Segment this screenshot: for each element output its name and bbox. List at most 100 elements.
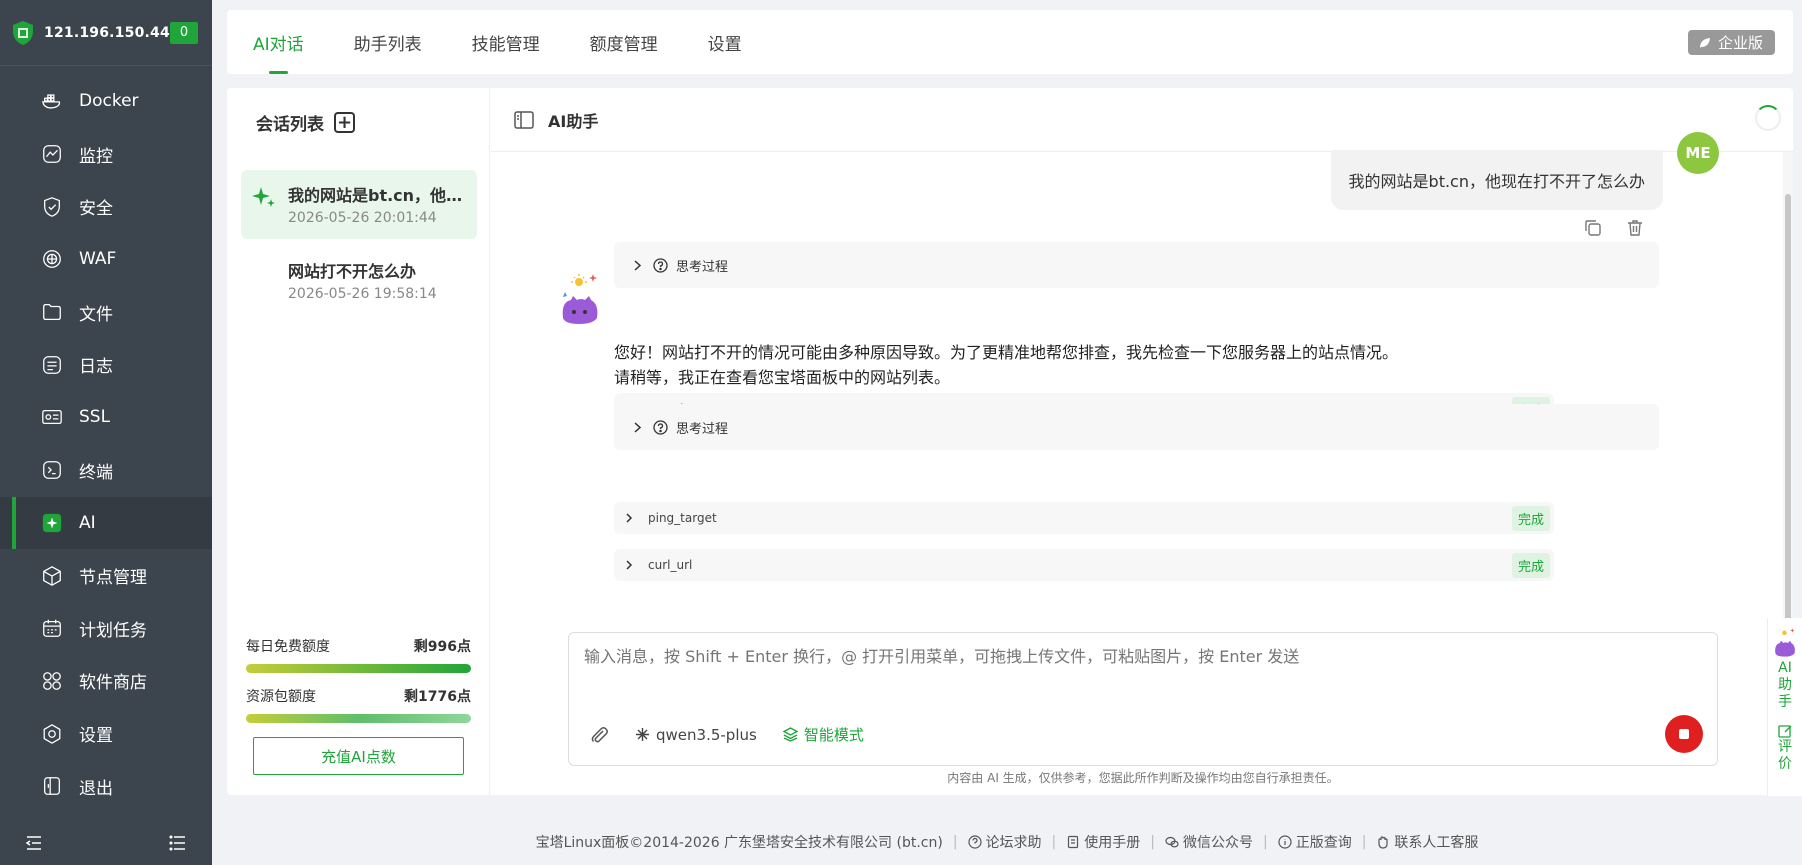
sidebar-item-logs[interactable]: 日志 <box>0 338 212 391</box>
footer-link-label: 联系人工客服 <box>1394 835 1479 851</box>
footer-divider: | <box>1150 834 1155 850</box>
ssl-icon <box>40 405 64 429</box>
sidebar: 121.196.150.44 0 Docker 监控 安全 WAF 文件 日志 … <box>0 0 212 865</box>
recharge-ai-points-button[interactable]: 充值AI点数 <box>253 737 464 775</box>
thinking-process-label: 思考过程 <box>676 259 729 275</box>
footer-link-license[interactable]: 正版查询 <box>1278 832 1352 852</box>
pack-quota-label: 资源包额度 <box>246 689 316 705</box>
sidebar-item-monitor[interactable]: 监控 <box>0 128 212 181</box>
sidebar-footer <box>0 821 212 865</box>
chat-scrollbar[interactable] <box>1783 152 1793 672</box>
sidebar-item-files[interactable]: 文件 <box>0 286 212 339</box>
sidebar-item-label: 计划任务 <box>79 620 147 641</box>
sidebar-item-store[interactable]: 软件商店 <box>0 655 212 708</box>
conversation-time: 2026-05-26 19:58:14 <box>288 286 437 302</box>
pack-quota-value: 剩1776点 <box>404 689 471 705</box>
gear-icon <box>40 722 64 746</box>
sidebar-item-logout[interactable]: 退出 <box>0 760 212 813</box>
stop-generation-button[interactable] <box>1665 715 1703 753</box>
collapse-menu-icon[interactable] <box>24 833 44 853</box>
bt-logo-icon <box>13 20 33 45</box>
review-float-button[interactable]: 评价 <box>1777 739 1793 773</box>
tool-call-ping-target[interactable]: ping_target 完成 <box>614 502 1554 534</box>
layers-icon <box>782 727 798 742</box>
pack-quota-bar <box>246 714 471 723</box>
ai-disclaimer: 内容由 AI 生成，仅供参考，您据此所作判断及操作均由您自行承担责任。 <box>947 771 1339 785</box>
tab-settings[interactable]: 设置 <box>708 10 742 74</box>
tab-quota-management[interactable]: 额度管理 <box>590 10 658 74</box>
tab-assistant-list[interactable]: 助手列表 <box>354 10 422 74</box>
footer-link-support[interactable]: 联系人工客服 <box>1376 832 1478 852</box>
hand-icon <box>1378 836 1389 849</box>
sidebar-item-label: 终端 <box>79 462 113 483</box>
sidebar-item-ssl[interactable]: SSL <box>0 391 212 444</box>
scrollbar-thumb[interactable] <box>1785 194 1791 664</box>
new-conversation-button[interactable]: + <box>334 112 355 133</box>
message-actions <box>1583 218 1645 238</box>
ai-assistant-float-button[interactable]: AI助手 <box>1777 660 1793 711</box>
footer-copyright: 宝塔Linux面板©2014-2026 广东堡塔安全技术有限公司 (bt.cn) <box>535 835 943 851</box>
list-menu-icon[interactable] <box>168 833 188 853</box>
footer-link-wechat[interactable]: 微信公众号 <box>1165 832 1253 852</box>
tab-skill-management[interactable]: 技能管理 <box>472 10 540 74</box>
sidebar-item-label: 节点管理 <box>79 568 147 589</box>
page-footer: 宝塔Linux面板©2014-2026 广东堡塔安全技术有限公司 (bt.cn)… <box>212 832 1802 852</box>
sidebar-item-label: AI <box>79 512 96 533</box>
terminal-icon <box>40 458 64 482</box>
toggle-sidebar-icon[interactable] <box>514 110 534 129</box>
sidebar-item-waf[interactable]: WAF <box>0 233 212 286</box>
copy-icon[interactable] <box>1583 218 1603 238</box>
chat-title: AI助手 <box>548 111 599 131</box>
daily-quota: 每日免费额度 剩996点 <box>246 636 471 673</box>
thinking-process-label: 思考过程 <box>676 421 729 437</box>
ai-assistant-mascot-icon <box>1775 628 1795 657</box>
sidebar-item-terminal[interactable]: 终端 <box>0 444 212 497</box>
model-name: qwen3.5-plus <box>656 725 757 744</box>
chevron-right-icon <box>634 259 642 271</box>
sidebar-item-label: 退出 <box>79 778 113 799</box>
alert-count-badge[interactable]: 0 <box>170 21 198 44</box>
thinking-process-toggle[interactable]: 思考过程 <box>614 404 1659 450</box>
sparkle-icon <box>252 187 275 207</box>
edit-icon <box>1778 725 1792 738</box>
thinking-process-toggle[interactable]: 思考过程 <box>614 242 1659 288</box>
footer-link-forum[interactable]: 论坛求助 <box>967 832 1042 852</box>
question-circle-icon <box>653 257 668 273</box>
footer-divider: | <box>1262 834 1268 850</box>
sidebar-item-docker[interactable]: Docker <box>0 75 212 128</box>
enterprise-label: 企业版 <box>1717 34 1763 52</box>
info-circle-icon <box>1278 835 1292 849</box>
tool-name: ping_target <box>648 511 717 525</box>
tool-call-curl-url[interactable]: curl_url 完成 <box>614 549 1554 581</box>
main-panel: 会话列表 + 我的网站是bt.cn，他现在打不开了怎么办 2026-05-26 … <box>227 88 1793 795</box>
message-input[interactable] <box>584 647 1684 666</box>
delete-icon[interactable] <box>1625 218 1645 238</box>
smart-mode-toggle[interactable]: 智能模式 <box>782 724 864 745</box>
sidebar-nav: Docker 监控 安全 WAF 文件 日志 SSL 终端 AI 节点管理 计划… <box>0 66 212 813</box>
sidebar-item-security[interactable]: 安全 <box>0 180 212 233</box>
sidebar-item-label: SSL <box>79 407 111 428</box>
enterprise-button[interactable]: 企业版 <box>1687 30 1775 55</box>
leaf-icon <box>1699 37 1710 48</box>
footer-link-manual[interactable]: 使用手册 <box>1066 832 1140 852</box>
sidebar-item-label: 设置 <box>79 726 113 747</box>
server-ip[interactable]: 121.196.150.44 <box>44 25 170 41</box>
user-message-bubble: 我的网站是bt.cn，他现在打不开了怎么办 <box>1330 150 1663 210</box>
sidebar-item-cron[interactable]: 计划任务 <box>0 602 212 655</box>
conversation-list-header: 会话列表 + <box>256 110 355 135</box>
user-avatar: ME <box>1677 132 1719 174</box>
sidebar-item-ai[interactable]: AI <box>0 496 212 550</box>
chat-panel: AI助手 我的网站是bt.cn，他现在打不开了怎么办 ME 思考过程 您好！网站… <box>491 88 1793 795</box>
tab-ai-chat[interactable]: AI对话 <box>253 10 304 74</box>
conversation-list-panel: 会话列表 + 我的网站是bt.cn，他现在打不开了怎么办 2026-05-26 … <box>227 88 490 795</box>
top-tabs-bar: AI对话 助手列表 技能管理 额度管理 设置 企业版 <box>227 10 1793 74</box>
conversation-item[interactable]: 网站打不开怎么办 2026-05-26 19:58:14 <box>241 246 477 315</box>
sidebar-item-label: 监控 <box>79 146 113 167</box>
model-selector[interactable]: qwen3.5-plus <box>635 726 757 744</box>
attach-button[interactable] <box>589 725 609 745</box>
footer-link-label: 论坛求助 <box>985 835 1042 851</box>
conversation-title: 网站打不开怎么办 <box>288 262 417 281</box>
sidebar-item-settings[interactable]: 设置 <box>0 707 212 760</box>
conversation-item[interactable]: 我的网站是bt.cn，他现在打不开了怎么办 2026-05-26 20:01:4… <box>241 170 477 239</box>
sidebar-item-nodes[interactable]: 节点管理 <box>0 549 212 602</box>
